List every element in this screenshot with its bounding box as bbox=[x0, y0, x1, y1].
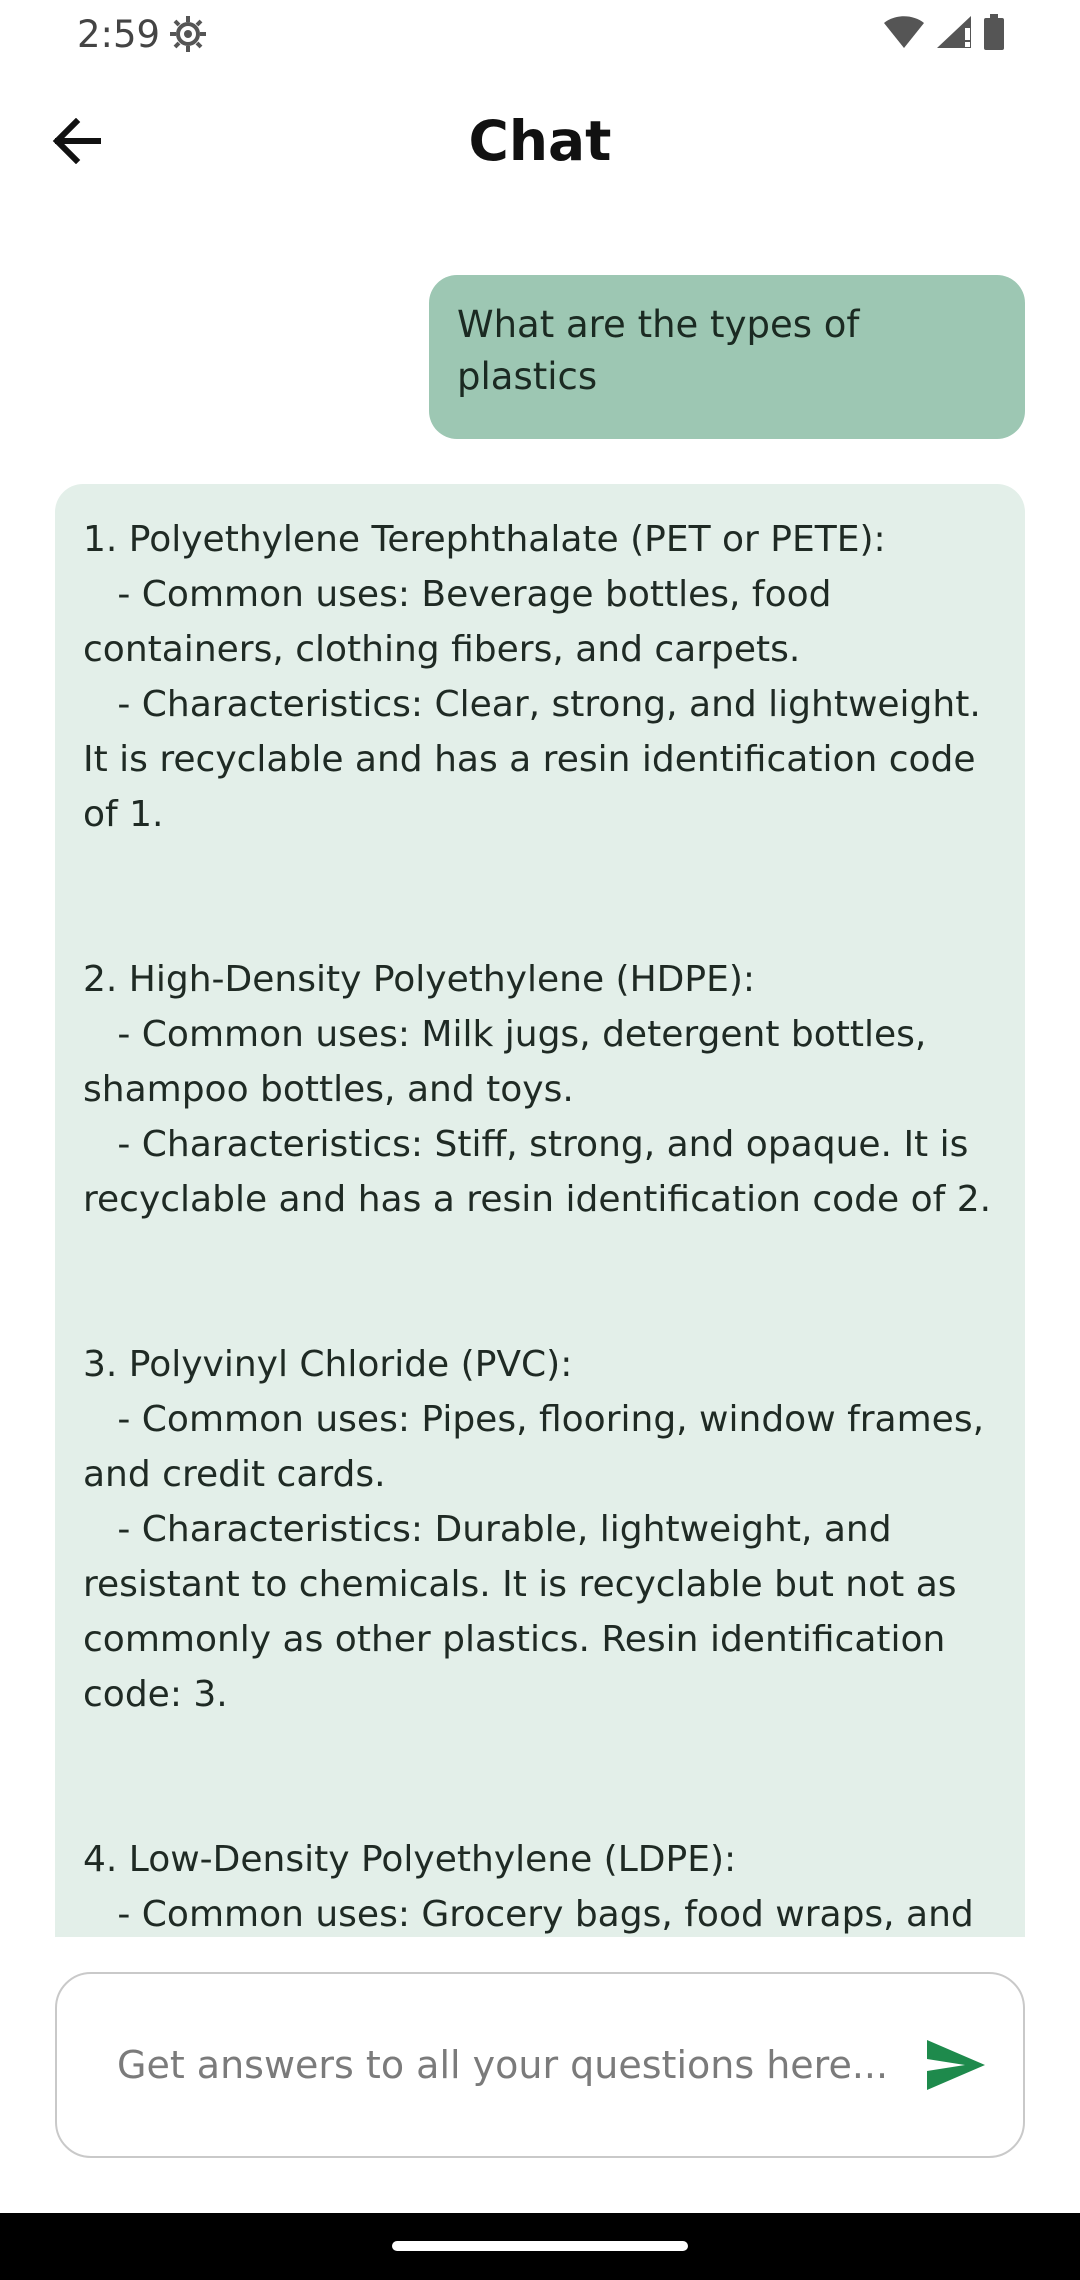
gear-icon bbox=[168, 14, 208, 54]
bot-message-bubble: 1. Polyethylene Terephthalate (PET or PE… bbox=[55, 484, 1025, 1937]
status-icons bbox=[883, 14, 1005, 54]
wifi-icon bbox=[883, 14, 925, 54]
app-bar: Chat bbox=[0, 88, 1080, 198]
status-time: 2:59 bbox=[77, 13, 161, 56]
navigation-bar bbox=[0, 2213, 1080, 2280]
bot-paragraph-4: 4. Low-Density Polyethylene (LDPE): - Co… bbox=[83, 1839, 974, 1935]
chat-messages[interactable]: What are the types of plastics 1. Polyet… bbox=[0, 200, 1080, 1937]
home-gesture-handle[interactable] bbox=[392, 2241, 688, 2251]
user-message-bubble: What are the types of plastics bbox=[429, 275, 1025, 439]
send-icon bbox=[925, 2038, 987, 2096]
message-input[interactable] bbox=[115, 2024, 919, 2106]
bot-paragraph-2: 2. High-Density Polyethylene (HDPE): - C… bbox=[83, 959, 992, 1220]
status-bar: 2:59 bbox=[0, 0, 1080, 70]
bot-paragraph-3: 3. Polyvinyl Chloride (PVC): - Common us… bbox=[83, 1344, 985, 1715]
user-message-text: What are the types of plastics bbox=[457, 303, 860, 398]
bot-paragraph-1: 1. Polyethylene Terephthalate (PET or PE… bbox=[83, 519, 981, 835]
message-composer bbox=[55, 1972, 1025, 2158]
battery-icon bbox=[983, 14, 1005, 54]
page-title: Chat bbox=[468, 109, 612, 173]
signal-icon bbox=[935, 14, 973, 54]
send-button[interactable] bbox=[919, 2030, 993, 2104]
